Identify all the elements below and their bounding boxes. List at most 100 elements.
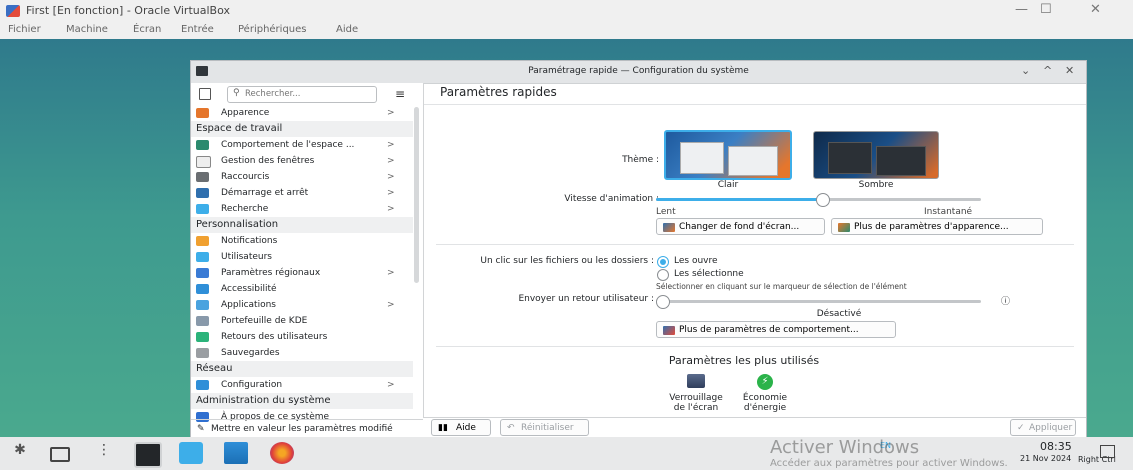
more-appearance-button[interactable]: Plus de paramètres d'apparence... [831,218,1043,235]
workspace-icon [196,140,209,150]
sidebar-item[interactable]: Comportement de l'espace ... > [191,137,413,153]
slider-fill [656,198,822,201]
task-files-icon[interactable] [224,442,248,464]
activation-watermark-title: Activer Windows [770,437,920,458]
sidebar-item[interactable]: Utilisateurs [191,249,413,265]
search-icon: ⚲ [233,88,240,98]
menu-machine[interactable]: Machine [66,24,108,35]
kde-connect-icon[interactable]: ⋮ [92,442,116,464]
window-minimize-button[interactable]: ⌄ [1021,64,1030,77]
close-button[interactable]: ✕ [1090,2,1101,17]
sidebar-item-label: Paramètres régionaux [221,268,321,278]
maximize-button[interactable]: ☐ [1040,2,1052,17]
info-icon[interactable]: ⓘ [1001,294,1010,307]
click-open-radio[interactable] [657,256,669,268]
sidebar-item-label: Applications [221,300,276,310]
clock-time[interactable]: 08:35 [1040,440,1072,453]
apply-button[interactable]: ✓ Appliquer [1010,419,1076,436]
slider-handle[interactable] [816,193,830,207]
sidebar-item[interactable]: Sauvegardes [191,345,413,361]
sidebar-section-header: Administration du système [191,393,413,409]
sidebar-item-label: Gestion des fenêtres [221,156,315,166]
task-discover-icon[interactable] [179,442,203,464]
sidebar-item[interactable]: Applications > [191,297,413,313]
apps-icon [196,300,209,310]
preview-window [728,146,778,176]
firefox-icon[interactable] [270,442,294,464]
theme-dark-preview[interactable] [813,131,939,179]
users-icon [196,252,209,262]
sidebar-item[interactable]: Portefeuille de KDE [191,313,413,329]
theme-dark-label: Sombre [858,180,894,190]
minimize-button[interactable]: — [1015,2,1028,17]
vbox-titlebar: First [En fonction] - Oracle VirtualBox … [0,0,1133,22]
feedback-icon [196,332,209,342]
task-settings-icon[interactable] [134,442,162,468]
window-close-button[interactable]: ✕ [1065,64,1074,77]
power-icon[interactable]: ⚡ [757,374,773,390]
theme-light-preview[interactable] [664,130,792,180]
animation-speed-slider[interactable] [656,193,981,207]
menu-entree[interactable]: Entrée [181,24,214,35]
sidebar-item-label: Utilisateurs [221,252,272,262]
sidebar-item[interactable]: Notifications [191,233,413,249]
click-open-label: Les ouvre [674,256,718,266]
sidebar-item[interactable]: Accessibilité [191,281,413,297]
power-save-label-2: d'énergie [743,403,787,413]
sidebar-item-label: Retours des utilisateurs [221,332,328,342]
window-maximize-button[interactable]: ^ [1043,64,1052,77]
undo-icon: ↶ [507,423,515,433]
sidebar-item-label: Raccourcis [221,172,270,182]
sidebar-item[interactable]: Gestion des fenêtres > [191,153,413,169]
change-wallpaper-button[interactable]: Changer de fond d'écran... [656,218,825,235]
menu-aide[interactable]: Aide [336,24,358,35]
sidebar-item-label: Accessibilité [221,284,277,294]
bluetooth-icon[interactable]: ✱ [8,442,32,464]
show-desktop-icon[interactable] [1100,445,1115,458]
vbox-title: First [En fonction] - Oracle VirtualBox [26,4,230,17]
home-icon[interactable] [199,88,211,100]
sidebar-item-label: Recherche [221,204,269,214]
windows-icon [196,156,211,168]
hamburger-menu-icon[interactable]: ≡ [395,87,405,101]
sidebar-section-header: Réseau [191,361,413,377]
search-input[interactable] [245,88,370,100]
reset-button[interactable]: ↶ Réinitialiser [500,419,589,436]
sidebar-item[interactable]: Démarrage et arrêt > [191,185,413,201]
divider [436,244,1074,245]
slider-handle[interactable] [656,295,670,309]
check-icon: ✓ [1017,423,1025,433]
chevron-right-icon: > [387,380,395,390]
sidebar-item[interactable]: Paramètres régionaux > [191,265,413,281]
desktop-icon[interactable] [50,447,70,462]
menu-fichier[interactable]: Fichier [8,24,41,35]
sidebar-item-label: Apparence [221,108,270,118]
more-appearance-label: Plus de paramètres d'apparence... [854,222,1009,232]
chevron-right-icon: > [387,300,395,310]
more-behavior-button[interactable]: Plus de paramètres de comportement... [656,321,896,338]
animation-max-label: Instantané [924,207,973,217]
divider [436,346,1074,347]
menu-peripheriques[interactable]: Périphériques [238,24,307,35]
sidebar-item[interactable]: Raccourcis > [191,169,413,185]
sidebar-section-header: Espace de travail [191,121,413,137]
help-button[interactable]: ▮▮ Aide [431,419,491,436]
click-select-radio[interactable] [657,269,669,281]
highlight-changed-toggle[interactable]: ✎ Mettre en valeur les paramètres modifi… [191,419,423,439]
feedback-slider[interactable] [656,295,981,309]
sidebar-item[interactable]: Retours des utilisateurs [191,329,413,345]
apply-label: Appliquer [1029,423,1073,433]
window-title: Paramétrage rapide — Configuration du sy… [528,66,749,76]
theme-light-label: Clair [717,180,739,190]
chevron-right-icon: > [387,156,395,166]
sidebar-item[interactable]: Configuration > [191,377,413,393]
preview-window [680,142,724,174]
animation-speed-label: Vitesse d'animation : [564,194,659,204]
sidebar-scrollbar[interactable] [414,107,419,283]
sidebar-item[interactable]: Recherche > [191,201,413,217]
search-field[interactable]: ⚲ [227,86,377,103]
lock-screen-icon[interactable] [687,374,705,388]
sidebar-item[interactable]: Apparence > [191,105,413,121]
click-behavior-label: Un clic sur les fichiers ou les dossiers… [480,256,654,266]
menu-ecran[interactable]: Écran [133,24,161,35]
